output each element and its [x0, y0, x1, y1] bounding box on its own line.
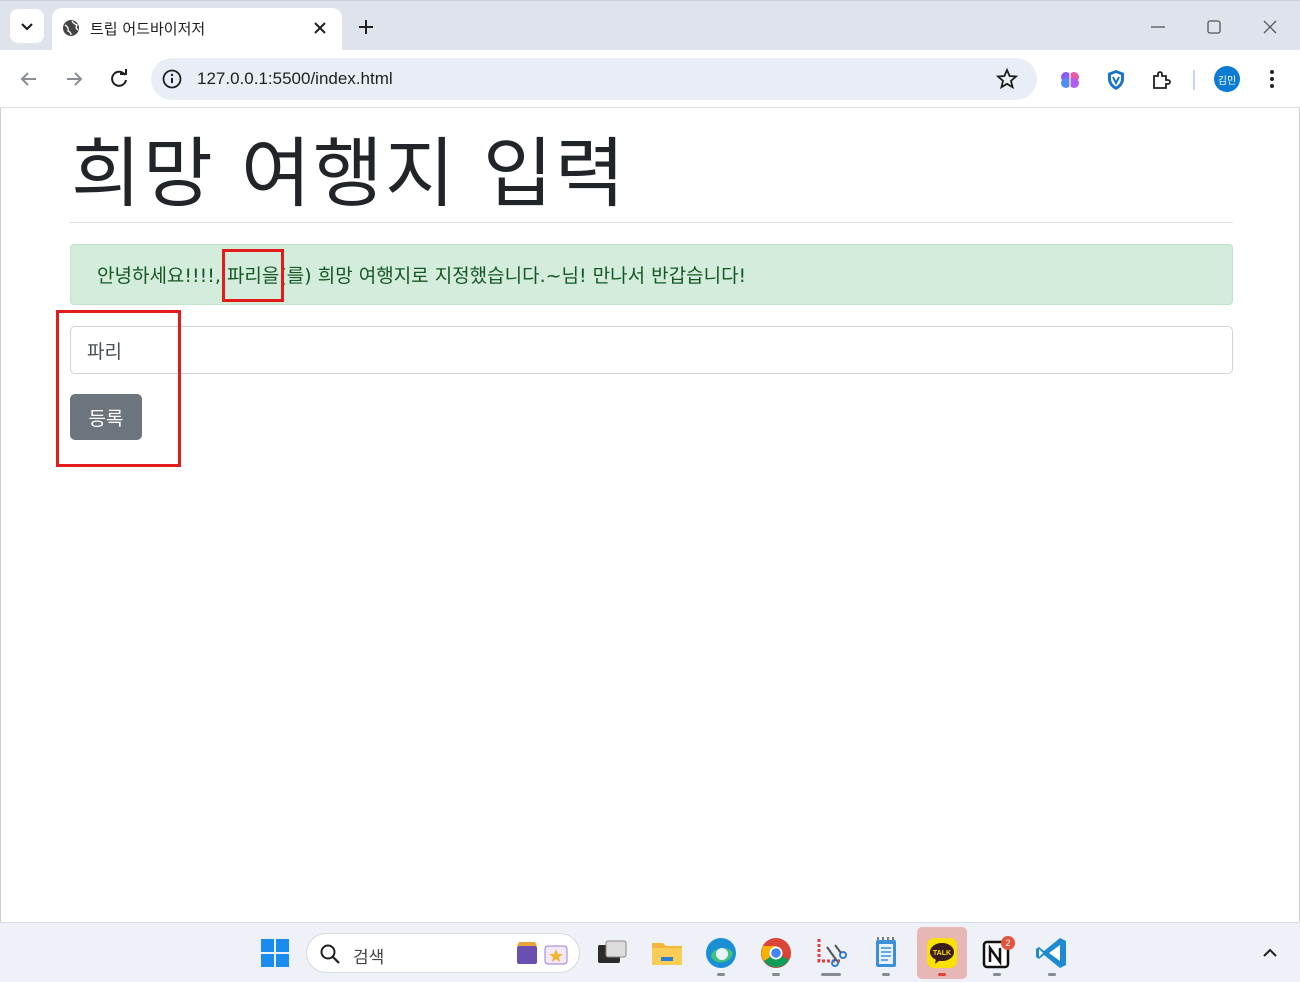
annotation-box-alert-word: [222, 249, 284, 302]
heading-divider: [69, 222, 1233, 223]
file-explorer-icon[interactable]: [649, 935, 685, 971]
browser-toolbar: 127.0.0.1:5500/index.html 김민: [0, 50, 1300, 108]
edge-running-indicator: [717, 973, 725, 976]
chevron-down-icon: [21, 23, 33, 31]
extensions-puzzle-icon[interactable]: [1149, 68, 1173, 92]
notepad-running-indicator: [882, 973, 890, 976]
chrome-browser-icon[interactable]: [758, 935, 794, 971]
notion-running-indicator: [993, 973, 1001, 976]
kakaotalk-icon[interactable]: TALK: [924, 935, 960, 971]
windows-start-icon[interactable]: [260, 938, 290, 968]
snipping-running-indicator: [821, 973, 841, 976]
taskbar-search[interactable]: 검색: [306, 933, 580, 973]
globe-icon: [63, 20, 79, 36]
maximize-icon[interactable]: [1202, 15, 1226, 39]
vscode-icon[interactable]: [1034, 935, 1070, 971]
more-menu-icon[interactable]: [1260, 67, 1284, 91]
annotation-box-input-button: [56, 310, 181, 467]
chevron-up-icon[interactable]: [1258, 941, 1282, 965]
edge-browser-icon[interactable]: [703, 935, 739, 971]
vscode-running-indicator: [1048, 973, 1056, 976]
search-placeholder: 검색: [353, 948, 385, 968]
tab-search-button[interactable]: [10, 9, 44, 43]
address-bar[interactable]: 127.0.0.1:5500/index.html: [151, 58, 1037, 100]
close-tab-icon[interactable]: [310, 18, 330, 38]
active-tab[interactable]: 트립 어드바이저저: [52, 8, 342, 51]
site-info-icon[interactable]: [161, 68, 183, 90]
windows-taskbar: 검색 TALK 2: [0, 922, 1300, 982]
new-tab-icon[interactable]: [354, 15, 378, 39]
kakaotalk-running-indicator: [938, 973, 946, 976]
tab-strip: 트립 어드바이저저: [0, 0, 1300, 51]
brain-extension-icon[interactable]: [1058, 68, 1082, 92]
back-arrow-icon[interactable]: [17, 67, 41, 91]
task-view-icon[interactable]: [594, 935, 630, 971]
page-title: 희망 여행지 입력: [71, 129, 627, 218]
notion-badge: 2: [1005, 938, 1010, 948]
bookmark-star-icon[interactable]: [995, 67, 1019, 91]
search-highlight-icon: [517, 942, 568, 965]
chrome-running-indicator: [772, 973, 780, 976]
url-text: 127.0.0.1:5500/index.html: [197, 69, 393, 88]
window-close-icon[interactable]: [1258, 15, 1282, 39]
notepad-icon[interactable]: [868, 935, 904, 971]
forward-arrow-icon[interactable]: [62, 67, 86, 91]
shield-extension-icon[interactable]: [1104, 68, 1128, 92]
notion-icon[interactable]: 2: [979, 935, 1015, 971]
tab-title: 트립 어드바이저저: [90, 20, 206, 38]
reload-icon[interactable]: [107, 67, 131, 91]
page-viewport: 희망 여행지 입력 안녕하세요!!!!, 파리을(를) 희망 여행지로 지정했습…: [0, 108, 1300, 922]
profile-avatar[interactable]: 김민: [1214, 66, 1240, 92]
destination-input[interactable]: [70, 326, 1233, 374]
toolbar-divider: [1193, 70, 1195, 90]
kakaotalk-label: TALK: [933, 950, 951, 957]
snipping-tool-icon[interactable]: [813, 935, 849, 971]
minimize-icon[interactable]: [1146, 15, 1170, 39]
search-icon: [320, 944, 340, 964]
